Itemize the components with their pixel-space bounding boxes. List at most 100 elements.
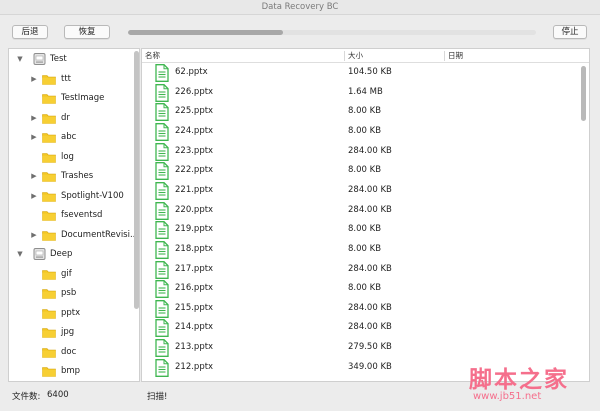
restore-button[interactable]: 恢复: [64, 25, 110, 39]
folder-icon: [42, 366, 56, 377]
file-size: 349.00 KB: [348, 361, 392, 372]
file-size: 8.00 KB: [348, 165, 382, 176]
collapse-arrow-icon[interactable]: ▶: [29, 71, 39, 87]
tree-item-label: fseventsd: [61, 210, 103, 220]
collapse-arrow-icon[interactable]: ▶: [29, 188, 39, 204]
file-row[interactable]: 224.pptx 8.00 KB: [142, 122, 574, 142]
expand-arrow-icon[interactable]: ▼: [15, 246, 25, 262]
file-row[interactable]: 225.pptx 8.00 KB: [142, 102, 574, 122]
file-row[interactable]: 226.pptx 1.64 MB: [142, 83, 574, 103]
scan-progress-fill: [128, 30, 284, 35]
file-row[interactable]: 215.pptx 284.00 KB: [142, 299, 574, 319]
file-name: 219.pptx: [175, 224, 214, 235]
watermark-url: www.jb51.net: [473, 391, 542, 402]
file-name: 220.pptx: [175, 204, 214, 215]
file-name: 215.pptx: [175, 302, 214, 313]
file-row[interactable]: 216.pptx 8.00 KB: [142, 279, 574, 299]
stop-button[interactable]: 停止: [553, 25, 587, 39]
tree-drive-item[interactable]: ▼ Test: [9, 51, 133, 67]
tree-folder-item[interactable]: ▶ abc: [9, 129, 133, 145]
folder-icon: [42, 132, 56, 143]
file-size: 8.00 KB: [348, 125, 382, 136]
folder-icon: [42, 93, 56, 104]
file-size: 284.00 KB: [348, 204, 392, 215]
tree-item-label: Trashes: [61, 171, 94, 181]
file-row[interactable]: 221.pptx 284.00 KB: [142, 181, 574, 201]
column-header-name[interactable]: 名称: [142, 49, 160, 62]
file-row[interactable]: 222.pptx 8.00 KB: [142, 161, 574, 181]
file-list-header: 名称 大小 日期: [142, 49, 589, 63]
file-row[interactable]: 62.pptx 104.50 KB: [142, 63, 574, 83]
file-size: 8.00 KB: [348, 224, 382, 235]
tree-item-label: gif: [61, 268, 72, 279]
file-row[interactable]: 218.pptx 8.00 KB: [142, 240, 574, 260]
collapse-arrow-icon[interactable]: ▶: [29, 110, 39, 126]
tree-folder-item[interactable]: ▶ Trashes: [9, 168, 133, 184]
tree-folder-item[interactable]: ▶ Spotlight-V100: [9, 188, 133, 204]
document-icon: [155, 83, 169, 102]
file-list-panel: 名称 大小 日期 62.pptx 104.50 KB 226.pptx 1.64 MB…: [141, 48, 590, 382]
folder-icon: [42, 288, 56, 299]
document-icon: [155, 181, 169, 200]
document-icon: [155, 280, 169, 299]
column-header-size[interactable]: 大小: [345, 49, 363, 62]
tree-item-label: bmp: [61, 366, 81, 376]
tree-folder-item[interactable]: ▶ dr: [9, 110, 133, 126]
tree-item-label: abc: [61, 132, 77, 142]
folder-icon: [42, 191, 56, 202]
file-row[interactable]: 219.pptx 8.00 KB: [142, 220, 574, 240]
file-count-label: 文件数:: [12, 392, 41, 402]
tree-folder-item[interactable]: log: [9, 149, 133, 165]
tree-folder-item[interactable]: gif: [9, 266, 133, 282]
file-size: 8.00 KB: [348, 283, 382, 294]
folder-icon: [42, 152, 56, 163]
tree-folder-item[interactable]: pptx: [9, 305, 133, 321]
document-icon: [155, 358, 169, 377]
document-icon: [155, 319, 169, 338]
folder-icon: [42, 113, 56, 124]
file-row[interactable]: 213.pptx 279.50 KB: [142, 338, 574, 358]
file-size: 1.64 MB: [348, 86, 383, 97]
file-name: 216.pptx: [175, 283, 214, 294]
file-row[interactable]: 214.pptx 284.00 KB: [142, 318, 574, 338]
back-button[interactable]: 后退: [12, 25, 48, 39]
tree-folder-item[interactable]: doc: [9, 344, 133, 360]
tree-folder-item[interactable]: fseventsd: [9, 207, 133, 223]
file-size: 284.00 KB: [348, 263, 392, 274]
document-icon: [155, 162, 169, 181]
tree-item-label: Test: [50, 54, 67, 64]
tree-folder-item[interactable]: TestImage: [9, 90, 133, 106]
tree-item-label: doc: [61, 346, 77, 357]
file-row[interactable]: 220.pptx 284.00 KB: [142, 201, 574, 221]
tree-drive-item[interactable]: ▼ Deep: [9, 246, 133, 262]
disk-icon: [33, 248, 46, 260]
column-header-date[interactable]: 日期: [445, 49, 463, 62]
toolbar: 后退 恢复 停止: [0, 15, 600, 46]
folder-tree-scrollbar[interactable]: [134, 51, 139, 309]
tree-folder-item[interactable]: bmp: [9, 363, 133, 379]
tree-item-label: psb: [61, 288, 77, 298]
tree-folder-item[interactable]: jpg: [9, 324, 133, 340]
folder-icon: [42, 210, 56, 221]
tree-folder-item[interactable]: ▶ DocumentRevisi...: [9, 227, 138, 243]
tree-folder-item[interactable]: ▶ ttt: [9, 71, 133, 87]
file-row[interactable]: 223.pptx 284.00 KB: [142, 142, 574, 162]
document-icon: [155, 64, 169, 82]
file-list-scrollbar[interactable]: [581, 66, 586, 121]
tree-item-label: pptx: [61, 307, 81, 318]
tree-item-label: jpg: [61, 327, 75, 337]
document-icon: [155, 339, 169, 358]
document-icon: [155, 260, 169, 279]
tree-item-label: TestImage: [61, 93, 105, 103]
collapse-arrow-icon[interactable]: ▶: [29, 129, 39, 145]
file-count-value: 6400: [47, 390, 69, 400]
tree-item-label: ttt: [61, 73, 71, 84]
file-row[interactable]: 217.pptx 284.00 KB: [142, 260, 574, 280]
file-name: 222.pptx: [175, 165, 214, 176]
document-icon: [155, 221, 169, 240]
document-icon: [155, 142, 169, 161]
collapse-arrow-icon[interactable]: ▶: [29, 227, 39, 243]
tree-folder-item[interactable]: psb: [9, 285, 133, 301]
collapse-arrow-icon[interactable]: ▶: [29, 168, 39, 184]
expand-arrow-icon[interactable]: ▼: [15, 51, 25, 67]
